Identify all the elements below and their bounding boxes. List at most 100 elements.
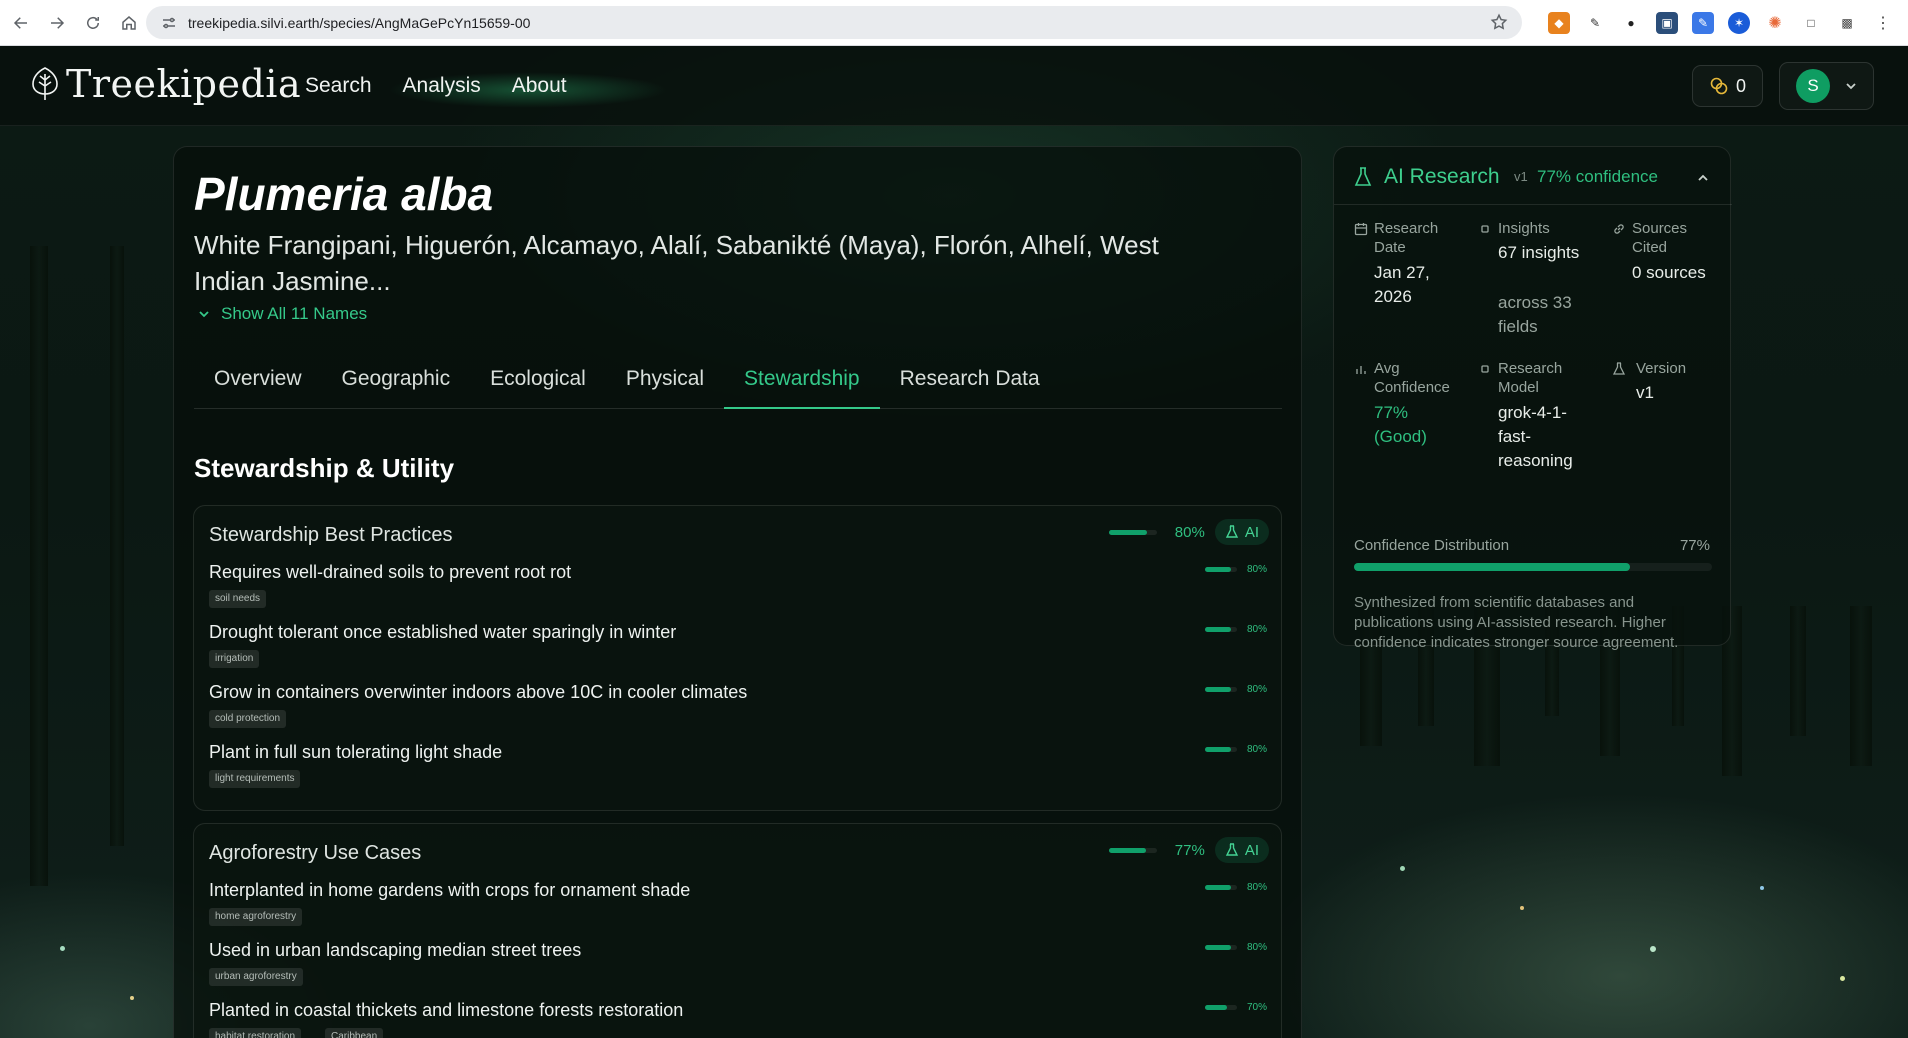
bar-fill	[1205, 567, 1231, 572]
light-spark	[1400, 866, 1405, 871]
stat-subtext: across 33 fields	[1498, 293, 1572, 336]
item-text: Used in urban landscaping median street …	[209, 940, 582, 960]
ai-badge-label: AI	[1244, 841, 1259, 859]
item-confidence-percent: 80%	[1247, 942, 1268, 953]
forest-trunk	[1790, 606, 1806, 736]
bar-fill	[1108, 847, 1146, 853]
calendar-icon	[1354, 223, 1368, 236]
light-spark	[130, 996, 134, 1000]
flask-icon	[1225, 525, 1238, 538]
stat-value: Jan 27, 2026	[1374, 263, 1430, 306]
distribution-percent: 77%	[1679, 537, 1710, 554]
forest-trunk	[30, 246, 48, 886]
item-confidence-percent: 80%	[1247, 744, 1268, 755]
nav-search[interactable]: Search	[305, 74, 372, 98]
site-header: Treekipedia Search Analysis About 0 S	[0, 46, 1908, 126]
block-title: Stewardship Best Practices	[209, 524, 453, 546]
ai-research-header[interactable]: AI Research v1 77% confidence	[1334, 147, 1732, 205]
item-text: Planted in coastal thickets and limeston…	[209, 1000, 684, 1020]
bar-fill	[1205, 945, 1231, 950]
edit-extension-icon[interactable]: ✎	[1692, 12, 1714, 34]
browser-menu-icon[interactable]: ⋮	[1872, 12, 1894, 34]
version-tag: v1	[1514, 169, 1528, 184]
leaf-logo-icon	[32, 67, 58, 100]
ai-research-title: AI Research	[1384, 165, 1500, 188]
link-icon	[1614, 224, 1624, 234]
chevron-up-icon[interactable]	[1696, 171, 1710, 185]
bar-fill	[1205, 627, 1231, 632]
item-confidence-percent: 80%	[1247, 882, 1268, 893]
nav-analysis[interactable]: Analysis	[403, 74, 481, 98]
home-icon[interactable]	[114, 8, 144, 38]
section-title: Stewardship & Utility	[194, 453, 455, 483]
list-item: Requires well-drained soils to prevent r…	[209, 562, 1269, 618]
address-bar[interactable]: treekipedia.silvi.earth/species/AngMaGeP…	[146, 6, 1522, 39]
distribution-label: Confidence Distribution	[1354, 537, 1510, 554]
light-spark	[1760, 886, 1764, 890]
puzzle-extension-icon[interactable]: ▩	[1836, 12, 1858, 34]
url-text[interactable]: treekipedia.silvi.earth/species/AngMaGeP…	[188, 15, 530, 31]
nav-about[interactable]: About	[512, 74, 567, 98]
forward-icon[interactable]	[42, 8, 72, 38]
monitor-extension-icon[interactable]: ▣	[1656, 12, 1678, 34]
forest-trunk	[110, 246, 124, 846]
tab-overview[interactable]: Overview	[194, 365, 322, 409]
item-confidence: 80%	[1205, 942, 1269, 953]
back-icon[interactable]	[6, 8, 36, 38]
item-tag: urban agroforestry	[209, 968, 303, 986]
ai-research-panel: AI Research v1 77% confidence Research D…	[1333, 146, 1732, 651]
bookmark-star-icon[interactable]	[1490, 13, 1508, 31]
list-item: Interplanted in home gardens with crops …	[209, 880, 1269, 936]
tab-research-data[interactable]: Research Data	[880, 365, 1060, 409]
item-text: Grow in containers overwinter indoors ab…	[209, 682, 748, 702]
tab-geographic[interactable]: Geographic	[322, 365, 471, 409]
bar-fill	[1205, 687, 1231, 692]
tab-ecological[interactable]: Ecological	[470, 365, 606, 409]
blue-circle-extension-icon[interactable]: ✶	[1728, 12, 1750, 34]
item-confidence-bar	[1205, 627, 1237, 632]
avatar[interactable]: S	[1796, 69, 1830, 103]
item-tag: home agroforestry	[209, 908, 303, 926]
confidence-text: 77% confidence	[1537, 167, 1658, 186]
extensions-area: ◆ ✎ ● ▣ ✎ ✶ ✺ □ ▩ ⋮	[1548, 0, 1908, 46]
block-confidence: 77% AI	[1108, 837, 1269, 863]
fox-extension-icon[interactable]: ◆	[1548, 12, 1570, 34]
bar-fill	[1205, 747, 1231, 752]
item-confidence-bar	[1205, 1005, 1237, 1010]
bar-chart-icon	[1356, 366, 1366, 374]
stat-label: Avg Confidence	[1374, 360, 1450, 396]
bar-fill	[1108, 529, 1148, 535]
stat-value: 77% (Good)	[1374, 403, 1427, 446]
disc-extension-icon[interactable]: ●	[1620, 12, 1642, 34]
item-confidence-percent: 80%	[1247, 624, 1268, 635]
item-tag: soil needs	[209, 590, 267, 608]
bar-fill	[1205, 1005, 1228, 1010]
item-confidence: 80%	[1205, 624, 1269, 635]
stat-label: Research Date	[1374, 220, 1439, 256]
credits-button[interactable]: 0	[1692, 65, 1763, 107]
item-confidence-percent: 70%	[1247, 1002, 1268, 1013]
block-confidence: 80% AI	[1108, 519, 1269, 545]
site-logo[interactable]: Treekipedia	[30, 62, 301, 106]
browser-toolbar: treekipedia.silvi.earth/species/AngMaGeP…	[0, 0, 1908, 46]
credits-count: 0	[1735, 75, 1746, 96]
spark-extension-icon[interactable]: ✺	[1764, 12, 1786, 34]
user-menu[interactable]: S	[1779, 62, 1874, 110]
stat-value: v1	[1636, 383, 1654, 402]
species-card: Plumeria alba White Frangipani, Higuerón…	[173, 146, 1302, 1038]
reload-icon[interactable]	[78, 8, 108, 38]
item-text: Requires well-drained soils to prevent r…	[209, 562, 572, 582]
crop-extension-icon[interactable]: □	[1800, 12, 1822, 34]
tab-physical[interactable]: Physical	[606, 365, 724, 409]
show-all-names-button[interactable]: Show All 11 Names	[197, 304, 367, 324]
species-tabs: Overview Geographic Ecological Physical …	[194, 365, 1282, 409]
item-confidence: 70%	[1205, 1002, 1269, 1013]
item-tag: cold protection	[209, 710, 287, 728]
list-item: Plant in full sun tolerating light shade…	[209, 742, 1269, 798]
stewardship-practices-block: Stewardship Best Practices 80% AI Requir…	[193, 505, 1282, 811]
site-settings-icon[interactable]	[160, 14, 178, 32]
pen-extension-icon[interactable]: ✎	[1584, 12, 1606, 34]
tab-stewardship[interactable]: Stewardship	[724, 365, 880, 409]
ai-badge: AI	[1214, 837, 1269, 863]
flask-icon	[1354, 167, 1372, 186]
